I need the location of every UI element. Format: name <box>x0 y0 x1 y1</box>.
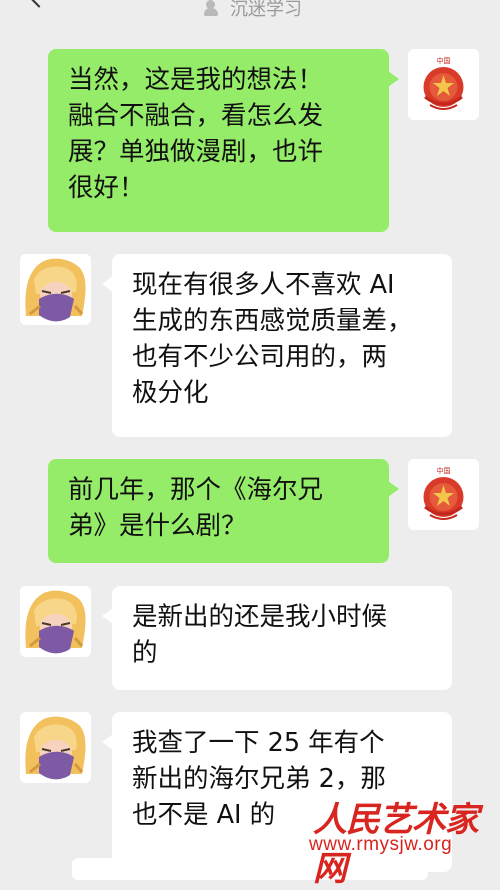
message-text: 当然，这是我的想法！ 融合不融合，看怎么发 展？单独做漫剧，也许 很好！ <box>68 65 324 203</box>
emblem-icon: 中国 <box>408 49 479 120</box>
message-bubble-other[interactable]: 是新出的还是我小时候 的 <box>102 586 452 690</box>
watermark-url: www.rmysjw.org <box>309 834 453 855</box>
other-avatar[interactable] <box>20 254 91 325</box>
cartoon-character-icon <box>20 586 91 657</box>
message-text: 是新出的还是我小时候 的 <box>132 602 388 668</box>
emblem-icon: 中国 <box>408 459 479 530</box>
message-bubble-self[interactable]: 当然，这是我的想法！ 融合不融合，看怎么发 展？单独做漫剧，也许 很好！ <box>48 49 399 232</box>
watermark: 人民艺术家网 www.rmysjw.org <box>305 798 480 889</box>
self-avatar[interactable]: 中国 <box>408 49 479 120</box>
svg-text:中国: 中国 <box>437 466 451 475</box>
other-avatar[interactable] <box>20 712 91 783</box>
message-text: 现在有很多人不喜欢 AI 生成的东西感觉质量差， 也有不少公司用的，两 极分化 <box>132 270 413 408</box>
chat-header: 沉迷学习 <box>0 0 500 28</box>
chat-title: 沉迷学习 <box>204 0 302 20</box>
other-avatar[interactable] <box>20 586 91 657</box>
self-avatar[interactable]: 中国 <box>408 459 479 530</box>
message-bubble-other[interactable]: 现在有很多人不喜欢 AI 生成的东西感觉质量差， 也有不少公司用的，两 极分化 <box>102 254 452 437</box>
message-text: 前几年，那个《海尔兄 弟》是什么剧？ <box>68 475 324 541</box>
group-icon <box>204 0 222 17</box>
svg-text:中国: 中国 <box>437 56 451 65</box>
message-bubble-self[interactable]: 前几年，那个《海尔兄 弟》是什么剧？ <box>48 459 399 563</box>
back-arrow-icon[interactable] <box>26 0 52 8</box>
cartoon-character-icon <box>20 254 91 325</box>
chat-title-text: 沉迷学习 <box>230 0 302 20</box>
cartoon-character-icon <box>20 712 91 783</box>
